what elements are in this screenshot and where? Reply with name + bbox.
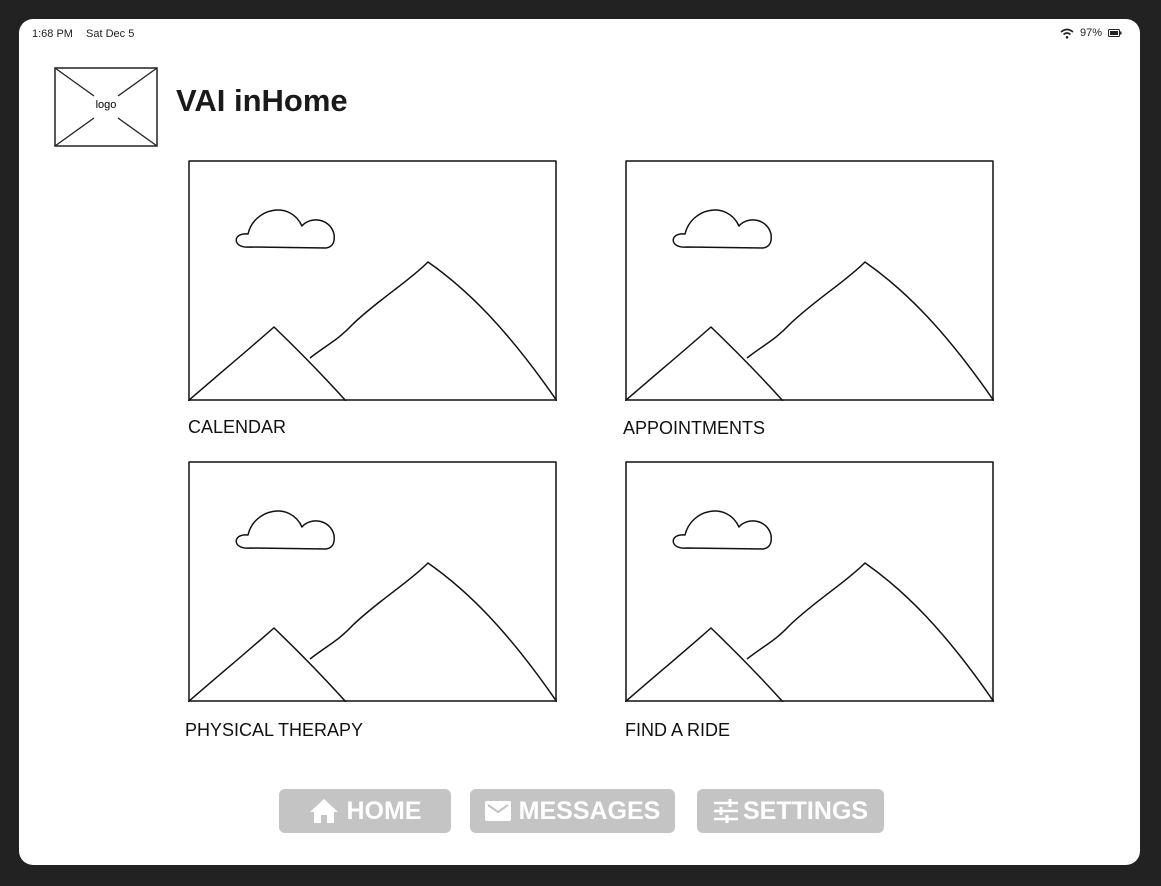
status-bar-left: 1:68 PM Sat Dec 5 [32, 28, 144, 40]
tile-label-find-a-ride[interactable]: FIND A RIDE [625, 720, 730, 741]
home-icon [309, 799, 338, 823]
messages-button[interactable]: MESSAGES [470, 789, 675, 833]
home-label: HOME [346, 796, 422, 825]
image-placeholder-icon [625, 461, 994, 702]
image-placeholder-icon [625, 160, 994, 401]
tile-find-a-ride[interactable] [625, 461, 994, 702]
mail-icon [484, 801, 511, 821]
tile-calendar[interactable] [188, 160, 557, 401]
logo-text: logo [95, 99, 117, 111]
image-placeholder-icon [188, 461, 557, 702]
status-time: 1:68 PM [32, 28, 73, 40]
app-title: VAI inHome [176, 83, 348, 118]
battery-icon [1108, 29, 1122, 37]
home-button[interactable]: HOME [279, 789, 451, 833]
tablet-screen: 1:68 PM Sat Dec 5 97% logo VAI inHome CA… [19, 19, 1140, 865]
tile-label-calendar[interactable]: CALENDAR [188, 417, 286, 438]
settings-label: SETTINGS [742, 796, 868, 825]
image-placeholder-icon [188, 160, 557, 401]
messages-label: MESSAGES [518, 796, 661, 825]
battery-percent: 97% [1079, 27, 1102, 39]
sliders-icon [713, 799, 738, 823]
status-bar-right: 97% [1060, 27, 1122, 39]
logo-placeholder: logo [54, 67, 158, 147]
tile-appointments[interactable] [625, 160, 994, 401]
status-date: Sat Dec 5 [86, 28, 135, 40]
tile-label-appointments[interactable]: APPOINTMENTS [623, 418, 765, 439]
tile-physical-therapy[interactable] [188, 461, 557, 702]
settings-button[interactable]: SETTINGS [697, 789, 884, 833]
tile-label-physical-therapy[interactable]: PHYSICAL THERAPY [185, 720, 363, 741]
wifi-icon [1060, 28, 1074, 39]
